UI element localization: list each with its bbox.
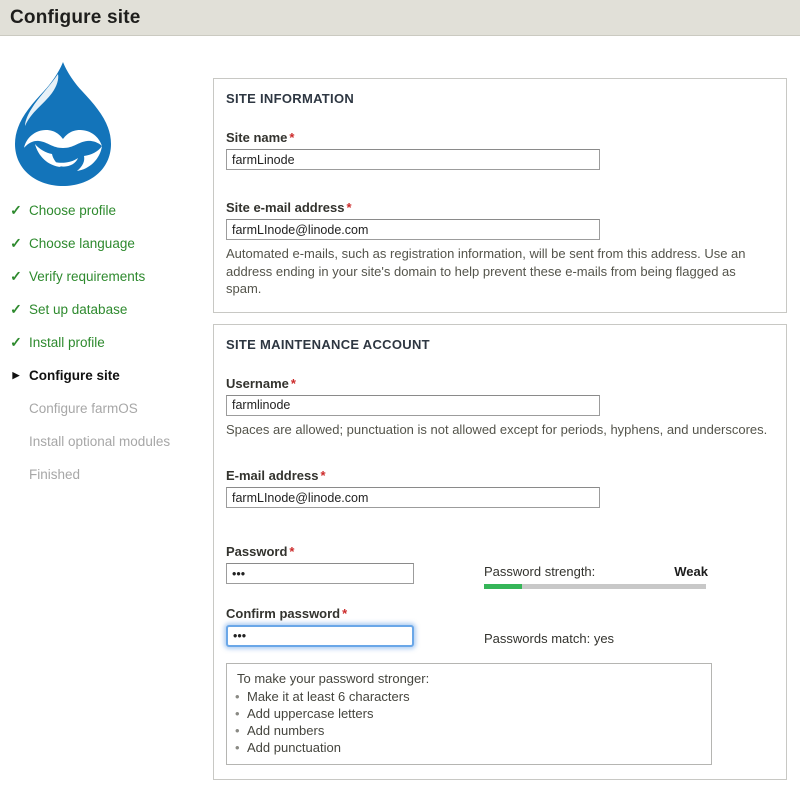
step-choose-profile: ✓ Choose profile: [10, 200, 210, 220]
required-asterisk: *: [347, 200, 352, 215]
password-input[interactable]: [226, 563, 414, 584]
password-tip: Add uppercase letters: [237, 705, 701, 722]
password-strength-row: Password strength: Weak: [484, 564, 708, 579]
step-set-up-database: ✓ Set up database: [10, 299, 210, 319]
site-email-item: Site e-mail address* Automated e-mails, …: [226, 200, 774, 298]
required-asterisk: *: [342, 606, 347, 621]
configure-site-form: SITE INFORMATION Site name* Site e-mail …: [213, 78, 787, 791]
page-header: Configure site: [0, 0, 800, 36]
step-label: Choose profile: [29, 203, 116, 218]
confirm-password-input[interactable]: [226, 625, 414, 647]
site-maintenance-account-legend: SITE MAINTENANCE ACCOUNT: [226, 337, 774, 352]
step-install-profile: ✓ Install profile: [10, 332, 210, 352]
site-name-label: Site name*: [226, 130, 774, 145]
step-label: Install optional modules: [29, 434, 170, 449]
password-tip: Add punctuation: [237, 739, 701, 756]
password-area: Password* Confirm password* Password str…: [226, 544, 774, 647]
password-strength-value: Weak: [674, 564, 708, 579]
required-asterisk: *: [291, 376, 296, 391]
page-title: Configure site: [0, 0, 800, 29]
step-label: Verify requirements: [29, 269, 145, 284]
confirm-password-item: Confirm password*: [226, 606, 484, 647]
step-verify-requirements: ✓ Verify requirements: [10, 266, 210, 286]
site-email-label: Site e-mail address*: [226, 200, 774, 215]
password-label: Password*: [226, 544, 484, 559]
step-label: Choose language: [29, 236, 135, 251]
password-strength-bar: [484, 584, 706, 589]
password-tips-box: To make your password stronger: Make it …: [226, 663, 712, 765]
check-icon: ✓: [10, 334, 22, 351]
account-email-input[interactable]: [226, 487, 600, 508]
step-configure-site: ▶ Configure site: [10, 365, 210, 385]
confirm-password-label: Confirm password*: [226, 606, 484, 621]
step-label: Install profile: [29, 335, 105, 350]
account-email-item: E-mail address*: [226, 468, 774, 508]
drupal-logo-icon: [8, 60, 118, 188]
username-item: Username* Spaces are allowed; punctuatio…: [226, 376, 774, 439]
check-icon: ✓: [10, 301, 22, 318]
site-email-input[interactable]: [226, 219, 600, 240]
arrow-right-icon: ▶: [10, 370, 22, 381]
site-information-fieldset: SITE INFORMATION Site name* Site e-mail …: [213, 78, 787, 313]
step-label: Configure farmOS: [29, 401, 138, 416]
step-configure-farmos: Configure farmOS: [10, 398, 210, 418]
step-label: Finished: [29, 467, 80, 482]
site-information-legend: SITE INFORMATION: [226, 91, 774, 106]
password-column: Password* Confirm password*: [226, 544, 484, 647]
required-asterisk: *: [289, 130, 294, 145]
password-strength-label: Password strength:: [484, 564, 595, 579]
install-steps-list: ✓ Choose profile ✓ Choose language ✓ Ver…: [10, 200, 210, 497]
step-install-optional-modules: Install optional modules: [10, 431, 210, 451]
password-strength-column: Password strength: Weak Passwords match:…: [484, 544, 708, 647]
password-item: Password*: [226, 544, 484, 584]
step-finished: Finished: [10, 464, 210, 484]
site-name-input[interactable]: [226, 149, 600, 170]
password-tips-list: Make it at least 6 characters Add upperc…: [237, 688, 701, 756]
required-asterisk: *: [321, 468, 326, 483]
drupal-droplet-icon: [8, 60, 118, 188]
step-choose-language: ✓ Choose language: [10, 233, 210, 253]
password-strength-bar-fill: [484, 584, 522, 589]
passwords-match-text: Passwords match: yes: [484, 631, 708, 646]
username-input[interactable]: [226, 395, 600, 416]
password-tips-title: To make your password stronger:: [237, 671, 701, 686]
required-asterisk: *: [289, 544, 294, 559]
site-name-item: Site name*: [226, 130, 774, 170]
check-icon: ✓: [10, 268, 22, 285]
check-icon: ✓: [10, 235, 22, 252]
password-tip: Make it at least 6 characters: [237, 688, 701, 705]
username-label: Username*: [226, 376, 774, 391]
check-icon: ✓: [10, 202, 22, 219]
account-email-label: E-mail address*: [226, 468, 774, 483]
password-tip: Add numbers: [237, 722, 701, 739]
site-email-description: Automated e-mails, such as registration …: [226, 245, 771, 298]
step-label: Configure site: [29, 368, 120, 383]
step-label: Set up database: [29, 302, 127, 317]
site-maintenance-account-fieldset: SITE MAINTENANCE ACCOUNT Username* Space…: [213, 324, 787, 781]
username-description: Spaces are allowed; punctuation is not a…: [226, 421, 771, 439]
